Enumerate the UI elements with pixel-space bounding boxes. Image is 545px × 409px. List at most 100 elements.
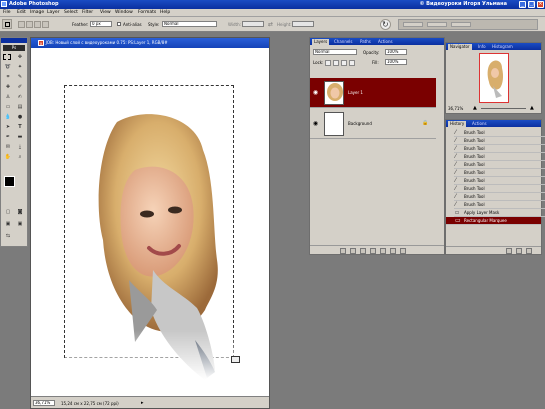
menu-filter[interactable]: Filter — [82, 10, 93, 15]
move-tool-icon[interactable]: ✥ — [15, 53, 25, 61]
healing-brush-icon[interactable]: ✚ — [3, 83, 13, 91]
menu-layer[interactable]: Layer — [47, 10, 60, 15]
layer-style-icon[interactable] — [350, 248, 356, 254]
history-item-selected[interactable]: ▭ Rectangular Marquee — [446, 217, 541, 225]
delete-state-icon[interactable] — [526, 248, 532, 254]
history-item[interactable]: ▫ Apply Layer Mask — [454, 209, 545, 217]
zoom-field[interactable]: 36,71% — [33, 400, 55, 406]
history-brush-icon[interactable]: ✍ — [15, 93, 25, 101]
tab-histogram[interactable]: Histogram — [490, 44, 515, 50]
quickmask-mode-icon[interactable]: ◙ — [15, 208, 25, 216]
history-item[interactable]: ⁄ Brush Tool — [454, 201, 545, 209]
background-visibility-eye-icon[interactable]: ◉ — [312, 120, 319, 127]
zoom-in-icon[interactable]: ▲ — [530, 105, 534, 111]
history-item[interactable]: ⁄ Brush Tool — [454, 193, 545, 201]
clone-stamp-icon[interactable]: ♙ — [3, 93, 13, 101]
magic-wand-icon[interactable]: ✦ — [15, 63, 25, 71]
feather-input[interactable]: 0 px — [90, 21, 112, 27]
menu-view[interactable]: View — [100, 10, 111, 15]
tab-actions[interactable]: Actions — [376, 39, 395, 45]
tab-history[interactable]: History — [448, 121, 467, 127]
history-item[interactable]: ⁄ Brush Tool — [454, 145, 545, 153]
maximize-icon[interactable]: □ — [528, 1, 535, 8]
navigator-preview[interactable] — [479, 53, 509, 103]
blend-mode-select[interactable]: Normal — [313, 49, 357, 55]
palette-well-tab-2[interactable] — [427, 22, 447, 27]
tab-navigator[interactable]: Navigator — [448, 44, 472, 50]
menu-help[interactable]: Help — [160, 10, 170, 15]
height-input[interactable] — [292, 21, 314, 27]
gradient-tool-icon[interactable]: ▤ — [15, 103, 25, 111]
hand-tool-icon[interactable]: ✋ — [3, 153, 13, 161]
menu-select[interactable]: Select — [64, 10, 78, 15]
zoom-tool-icon[interactable]: ⌕ — [15, 153, 25, 161]
add-selection-icon[interactable] — [26, 21, 33, 28]
antialias-checkbox[interactable] — [117, 22, 121, 26]
lasso-tool-icon[interactable]: ➰ — [3, 63, 13, 71]
path-select-icon[interactable]: ➤ — [3, 123, 13, 131]
link-layers-icon[interactable] — [340, 248, 346, 254]
navigator-zoom-value[interactable]: 36,71% — [448, 106, 463, 111]
menu-image[interactable]: Image — [30, 10, 44, 15]
history-item[interactable]: ⁄ Brush Tool — [454, 177, 545, 185]
lock-transparency-icon[interactable] — [325, 60, 331, 66]
fill-input[interactable]: 100% — [385, 59, 407, 65]
add-mask-icon[interactable] — [360, 248, 366, 254]
tab-info[interactable]: Info — [476, 44, 488, 50]
minimize-icon[interactable]: _ — [519, 1, 526, 8]
close-icon[interactable]: × — [537, 1, 544, 8]
brush-tool-icon[interactable]: ✐ — [15, 83, 25, 91]
blur-tool-icon[interactable]: 💧 — [3, 113, 13, 121]
marquee-tool-icon[interactable] — [3, 54, 11, 60]
crop-tool-icon[interactable]: ⌗ — [3, 73, 13, 81]
new-selection-icon[interactable] — [18, 21, 25, 28]
type-tool-icon[interactable]: T — [15, 123, 25, 131]
shape-tool-icon[interactable]: ▬ — [15, 133, 25, 141]
eyedropper-icon[interactable]: ⤓ — [15, 143, 25, 151]
layer-visibility-eye-icon[interactable]: ◉ — [312, 89, 319, 96]
menu-edit[interactable]: Edit — [17, 10, 26, 15]
history-item[interactable]: ⁄ Brush Tool — [454, 185, 545, 193]
slice-tool-icon[interactable]: ✎ — [15, 73, 25, 81]
jump-to-imageready-icon[interactable]: ⇆ — [3, 232, 13, 240]
history-item[interactable]: ⁄ Brush Tool — [454, 137, 545, 145]
swap-icon[interactable]: ⇄ — [268, 21, 273, 28]
new-layer-icon[interactable] — [390, 248, 396, 254]
tab-channels[interactable]: Channels — [332, 39, 355, 45]
history-item[interactable]: ⁄ Brush Tool — [454, 169, 545, 177]
lock-all-icon[interactable] — [349, 60, 355, 66]
notes-tool-icon[interactable]: ✉ — [3, 143, 13, 151]
style-select[interactable]: Normal — [162, 21, 217, 27]
layer-row-background[interactable]: ◉ Background 🔒 — [310, 109, 436, 139]
menu-file[interactable]: File — [3, 10, 11, 15]
opacity-input[interactable]: 100% — [385, 49, 407, 55]
screen-mode-1-icon[interactable]: ▣ — [3, 220, 13, 228]
lock-image-icon[interactable] — [333, 60, 339, 66]
history-item[interactable]: ⁄ Brush Tool — [454, 161, 545, 169]
menu-formats[interactable]: Formats — [138, 10, 156, 15]
tab-history-actions[interactable]: Actions — [470, 121, 489, 127]
history-item[interactable]: ⁄ Brush Tool — [454, 153, 545, 161]
layer-row-layer-1[interactable]: ◉ Layer 1 — [310, 78, 436, 108]
zoom-out-icon[interactable]: ▲ — [473, 105, 477, 111]
marquee-preset-icon[interactable] — [2, 19, 12, 29]
selection-handle-icon[interactable] — [231, 356, 240, 363]
doc-close-icon[interactable]: × — [38, 40, 44, 46]
new-snapshot-icon[interactable] — [516, 248, 522, 254]
subtract-selection-icon[interactable] — [34, 21, 41, 28]
status-arrow-icon[interactable]: ▸ — [141, 400, 144, 406]
standard-mode-icon[interactable]: ▢ — [3, 208, 13, 216]
delete-layer-icon[interactable] — [400, 248, 406, 254]
foreground-color-swatch[interactable] — [4, 176, 15, 187]
screen-mode-2-icon[interactable]: ▣ — [15, 220, 25, 228]
navigator-zoom-slider[interactable] — [481, 108, 526, 109]
tab-paths[interactable]: Paths — [358, 39, 373, 45]
lock-position-icon[interactable] — [341, 60, 347, 66]
new-group-icon[interactable] — [380, 248, 386, 254]
new-document-from-state-icon[interactable] — [506, 248, 512, 254]
eraser-tool-icon[interactable]: ▭ — [3, 103, 13, 111]
width-input[interactable] — [242, 21, 264, 27]
refresh-icon[interactable]: ↻ — [380, 19, 391, 30]
new-adjustment-icon[interactable] — [370, 248, 376, 254]
dodge-tool-icon[interactable]: ● — [15, 113, 25, 121]
